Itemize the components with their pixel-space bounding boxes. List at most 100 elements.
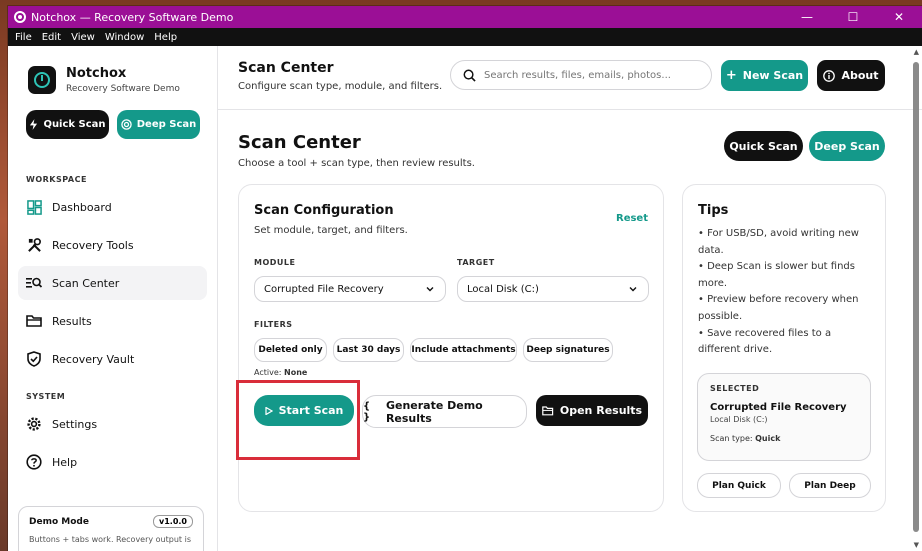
- sidebar-item-recovery-tools[interactable]: Recovery Tools: [18, 228, 207, 262]
- window-title: Notchox — Recovery Software Demo: [31, 10, 234, 24]
- module-select[interactable]: Corrupted File Recovery: [254, 276, 446, 302]
- scan-center-icon: [26, 275, 42, 291]
- window-controls: — ☐ ✕: [784, 6, 922, 28]
- filter-chip-include-attachments[interactable]: Include attachments: [410, 338, 517, 362]
- sidebar-item-label: Settings: [52, 417, 98, 431]
- generate-demo-results-button[interactable]: { } Generate Demo Results: [362, 395, 527, 428]
- filter-chip-last-30-days[interactable]: Last 30 days: [333, 338, 404, 362]
- plan-quick-button[interactable]: Plan Quick: [697, 473, 781, 498]
- shield-icon: [26, 351, 42, 367]
- sidebar-item-settings[interactable]: Settings: [18, 407, 207, 441]
- selected-label: SELECTED: [710, 384, 760, 393]
- new-scan-label: New Scan: [742, 69, 804, 82]
- new-scan-button[interactable]: + New Scan: [721, 60, 808, 91]
- scroll-down-arrow[interactable]: ▼: [914, 541, 919, 549]
- menu-file[interactable]: File: [10, 32, 37, 43]
- scan-configuration-subtitle: Set module, target, and filters.: [254, 225, 408, 236]
- menu-view[interactable]: View: [66, 32, 100, 43]
- open-results-label: Open Results: [559, 404, 643, 417]
- plus-icon: +: [725, 68, 737, 83]
- reset-link[interactable]: Reset: [616, 213, 648, 224]
- dashboard-icon: [26, 199, 42, 215]
- target-label: TARGET: [457, 258, 495, 267]
- selected-target: Local Disk (C:): [710, 415, 768, 424]
- scan-configuration-card: Scan Configuration Set module, target, a…: [238, 184, 664, 512]
- system-section-label: SYSTEM: [26, 392, 66, 401]
- sidebar-quick-scan-label: Quick Scan: [43, 119, 106, 130]
- scrollbar[interactable]: ▲ ▼: [908, 46, 922, 551]
- search-input[interactable]: [484, 69, 704, 81]
- version-badge: v1.0.0: [153, 515, 193, 528]
- about-label: About: [841, 69, 879, 82]
- sidebar-deep-scan-button[interactable]: Deep Scan: [117, 110, 200, 139]
- deep-scan-label: Deep Scan: [814, 139, 880, 153]
- tip-item: • Preview before recovery when possible.: [698, 294, 859, 322]
- scrollbar-thumb[interactable]: [913, 62, 919, 532]
- minimize-icon[interactable]: —: [784, 6, 830, 28]
- maximize-icon[interactable]: ☐: [830, 6, 876, 28]
- selected-name: Corrupted File Recovery: [710, 402, 847, 413]
- deep-scan-button[interactable]: Deep Scan: [809, 131, 885, 161]
- workspace-section-label: WORKSPACE: [26, 175, 87, 184]
- sidebar: Notchox Recovery Software Demo Quick Sca…: [8, 46, 218, 551]
- target-select[interactable]: Local Disk (C:): [457, 276, 649, 302]
- sidebar-item-label: Results: [52, 314, 92, 328]
- brand-name: Notchox: [66, 66, 127, 81]
- menu-window[interactable]: Window: [100, 32, 149, 43]
- open-results-button[interactable]: Open Results: [536, 395, 648, 426]
- app-icon: [14, 11, 26, 23]
- info-icon: [823, 69, 836, 82]
- main-panel: Scan Center Configure scan type, module,…: [218, 46, 922, 551]
- search-box[interactable]: [450, 60, 712, 90]
- tips-title: Tips: [698, 203, 729, 218]
- bolt-icon: [30, 119, 38, 130]
- top-bar: Scan Center Configure scan type, module,…: [218, 46, 922, 110]
- quick-scan-button[interactable]: Quick Scan: [724, 131, 803, 161]
- app-window: Notchox — Recovery Software Demo — ☐ ✕ F…: [8, 6, 922, 551]
- sidebar-item-dashboard[interactable]: Dashboard: [18, 190, 207, 224]
- page-title: Scan Center: [238, 132, 361, 153]
- braces-icon: { }: [363, 400, 371, 423]
- sidebar-item-scan-center[interactable]: Scan Center: [18, 266, 207, 300]
- module-select-value: Corrupted File Recovery: [264, 283, 384, 295]
- demo-mode-description: Buttons + tabs work. Recovery output is: [29, 535, 191, 544]
- sidebar-item-results[interactable]: Results: [18, 304, 207, 338]
- demo-mode-box: Demo Mode v1.0.0 Buttons + tabs work. Re…: [18, 506, 204, 551]
- tip-item: • Save recovered files to a different dr…: [698, 327, 832, 356]
- close-icon[interactable]: ✕: [876, 6, 922, 28]
- scan-type-value: Quick: [755, 434, 781, 443]
- scroll-up-arrow[interactable]: ▲: [914, 48, 919, 56]
- folder-open-icon: [542, 405, 554, 415]
- tips-list: • For USB/SD, avoid writing new data. • …: [698, 226, 876, 359]
- active-filters-label: Active:: [254, 368, 282, 377]
- filter-chip-deep-signatures[interactable]: Deep signatures: [523, 338, 613, 362]
- brand-subtitle: Recovery Software Demo: [66, 84, 180, 94]
- menu-help[interactable]: Help: [149, 32, 182, 43]
- tip-item: • Deep Scan is slower but finds more.: [698, 261, 855, 289]
- sidebar-item-label: Help: [52, 455, 78, 469]
- sidebar-item-label: Recovery Tools: [52, 238, 134, 252]
- about-button[interactable]: About: [817, 60, 885, 91]
- sidebar-item-help[interactable]: Help: [18, 445, 207, 479]
- topbar-title: Scan Center: [238, 60, 334, 76]
- sidebar-quick-scan-button[interactable]: Quick Scan: [26, 110, 109, 139]
- target-select-value: Local Disk (C:): [467, 283, 539, 295]
- chevron-down-icon: [426, 287, 434, 292]
- generate-demo-results-label: Generate Demo Results: [385, 398, 483, 425]
- highlight-rectangle: [236, 380, 360, 460]
- plan-deep-button[interactable]: Plan Deep: [789, 473, 871, 498]
- chevron-down-icon: [629, 287, 637, 292]
- menu-edit[interactable]: Edit: [37, 32, 66, 43]
- page-subtitle: Choose a tool + scan type, then review r…: [238, 158, 475, 169]
- help-icon: [26, 454, 42, 470]
- sidebar-item-recovery-vault[interactable]: Recovery Vault: [18, 342, 207, 376]
- filter-chip-deleted-only[interactable]: Deleted only: [254, 338, 327, 362]
- tools-icon: [26, 237, 42, 253]
- menu-bar: File Edit View Window Help: [8, 28, 922, 46]
- filters-label: FILTERS: [254, 320, 293, 329]
- scan-type-row: Scan type: Quick: [710, 434, 858, 443]
- folder-icon: [26, 313, 42, 329]
- target-icon: [121, 119, 132, 130]
- tips-card: Tips • For USB/SD, avoid writing new dat…: [682, 184, 886, 512]
- search-icon: [463, 69, 476, 82]
